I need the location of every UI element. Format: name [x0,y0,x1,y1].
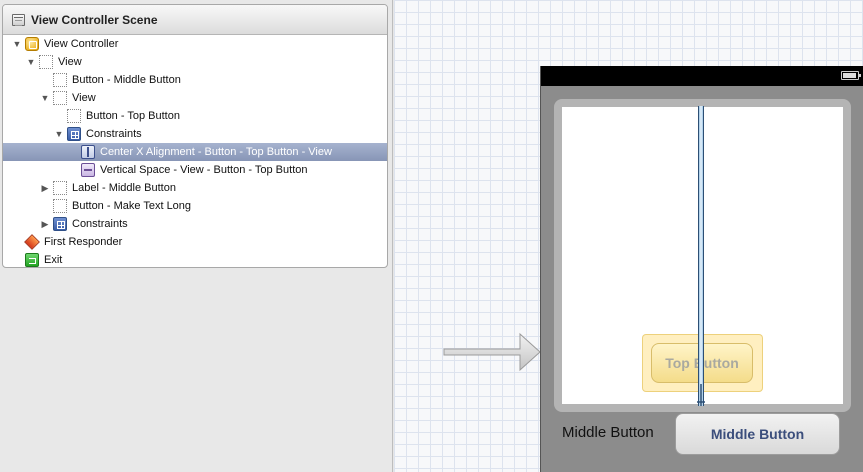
constraint-endcap-icon [697,384,705,406]
document-outline-area: View Controller Scene ▼ View Controller … [0,0,393,472]
disclosure-triangle-collapsed[interactable]: ▶ [39,218,51,230]
status-bar [541,66,863,86]
outline-row-label: View [58,56,82,68]
outline-row-label: Button - Middle Button [72,74,181,86]
scene-header[interactable]: View Controller Scene [3,5,387,35]
constraints-icon [67,127,81,141]
battery-icon [841,71,861,80]
view-controller-icon [25,37,39,51]
view-controller-frame[interactable]: Top Button Middle Button Middle Button [540,66,863,472]
view-icon [39,55,53,69]
outline-row-label: Button - Make Text Long [72,200,192,212]
middle-label[interactable]: Middle Button [562,424,654,441]
scene-icon [12,13,25,26]
outline-row-inner-view[interactable]: ▼ View [3,89,387,107]
outline-row-exit[interactable]: ▶ Exit [3,251,387,267]
button-object-icon [53,199,67,213]
outline-row-vertical-space[interactable]: ▶ Vertical Space - View - Button - Top B… [3,161,387,179]
outline-row-label: View Controller [44,38,119,50]
constraints-icon [53,217,67,231]
initial-scene-arrow-icon[interactable] [442,330,542,374]
outline-row-button-make-text-long[interactable]: ▶ Button - Make Text Long [3,197,387,215]
button-object-icon [67,109,81,123]
outline-row-label: Button - Top Button [86,110,180,122]
outline-row-label: Label - Middle Button [72,182,176,194]
outline-row-inner-constraints[interactable]: ▼ Constraints [3,125,387,143]
outline-row-label: Center X Alignment - Button - Top Button… [100,146,332,158]
disclosure-triangle-expanded[interactable]: ▼ [39,92,51,104]
outline-row-label-middle[interactable]: ▶ Label - Middle Button [3,179,387,197]
middle-button[interactable]: Middle Button [675,413,840,455]
outline-row-center-x-alignment[interactable]: ▶ Center X Alignment - Button - Top Butt… [3,143,387,161]
disclosure-triangle-collapsed[interactable]: ▶ [39,182,51,194]
disclosure-triangle-expanded[interactable]: ▼ [25,56,37,68]
outline-row-view[interactable]: ▼ View [3,53,387,71]
document-outline-panel: View Controller Scene ▼ View Controller … [2,4,388,268]
vertical-space-constraint-icon [81,163,95,177]
disclosure-triangle-expanded[interactable]: ▼ [53,128,65,140]
exit-icon [25,253,39,267]
outline-row-label: View [72,92,96,104]
outline-row-outer-constraints[interactable]: ▶ Constraints [3,215,387,233]
center-x-constraint-line[interactable] [698,106,704,406]
outline-row-button-top[interactable]: ▶ Button - Top Button [3,107,387,125]
outline-row-label: Constraints [86,128,142,140]
outline-row-view-controller[interactable]: ▼ View Controller [3,35,387,53]
label-object-icon [53,181,67,195]
outline-row-label: First Responder [44,236,123,248]
disclosure-triangle-expanded[interactable]: ▼ [11,38,23,50]
scene-title: View Controller Scene [31,12,158,27]
outline-row-label: Exit [44,254,63,266]
center-x-constraint-icon [81,145,95,159]
outline-row-first-responder[interactable]: ▶ First Responder [3,233,387,251]
view-icon [53,91,67,105]
outline-row-label: Vertical Space - View - Button - Top But… [100,164,308,176]
first-responder-icon [24,234,40,250]
outline-row-button-middle[interactable]: ▶ Button - Middle Button [3,71,387,89]
outline-row-label: Constraints [72,218,128,230]
button-object-icon [53,73,67,87]
